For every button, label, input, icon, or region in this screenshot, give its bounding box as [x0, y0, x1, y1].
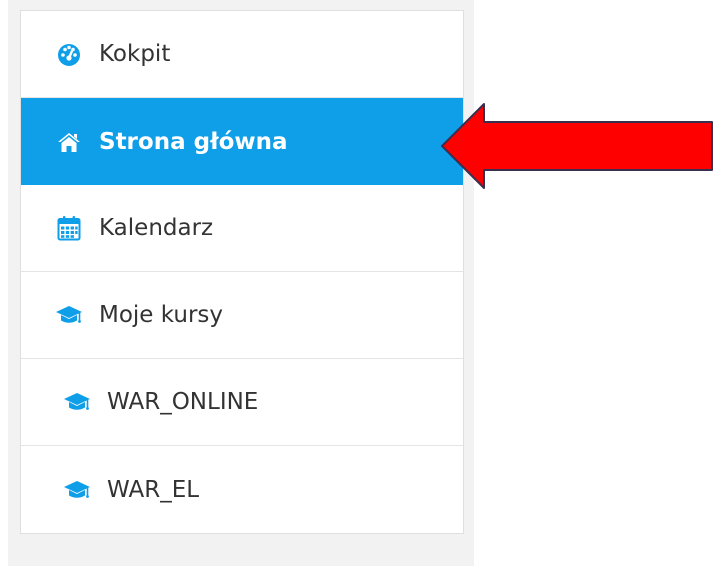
nav-item-kalendarz[interactable]: Kalendarz [21, 185, 463, 272]
graduation-cap-icon [63, 476, 91, 504]
home-icon [55, 128, 83, 156]
nav-item-label: Strona główna [99, 128, 288, 155]
nav-item-label: WAR_ONLINE [107, 389, 259, 415]
calendar-icon [55, 214, 83, 242]
nav-item-label: Moje kursy [99, 302, 224, 328]
dashboard-icon [55, 40, 83, 68]
nav-item-label: WAR_EL [107, 476, 200, 503]
screenshot-stage: Kokpit Strona główna Kalendarz Moje kurs… [0, 0, 716, 566]
nav-item-war-el[interactable]: WAR_EL [21, 446, 463, 533]
nav-item-strona-glowna[interactable]: Strona główna [21, 98, 463, 185]
nav-item-label: Kalendarz [99, 215, 214, 241]
red-arrow-annotation [441, 103, 713, 189]
graduation-cap-icon [55, 301, 83, 329]
graduation-cap-icon [63, 388, 91, 416]
nav-item-war-online[interactable]: WAR_ONLINE [21, 359, 463, 446]
nav-item-label: Kokpit [99, 41, 171, 67]
nav-item-kokpit[interactable]: Kokpit [21, 11, 463, 98]
nav-item-moje-kursy[interactable]: Moje kursy [21, 272, 463, 359]
nav-list: Kokpit Strona główna Kalendarz Moje kurs… [20, 10, 464, 534]
